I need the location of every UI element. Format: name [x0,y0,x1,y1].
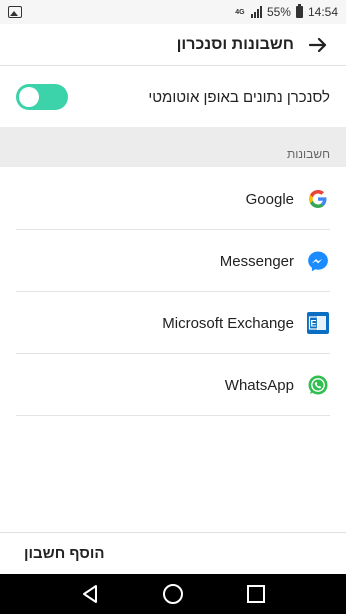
arrow-right-icon [308,37,327,52]
svg-text:E: E [310,319,316,329]
account-name: WhatsApp [224,376,294,394]
account-name: Messenger [219,252,294,270]
screen: 4G 55% 14:54 חשבונות וסנכרון לסנכרן נתונ… [0,0,346,614]
navigation-bar [0,574,346,614]
page-title: חשבונות וסנכרון [176,35,294,53]
auto-sync-label: לסנכרן נתונים באופן אוטומטי [148,88,330,106]
account-item-exchange[interactable]: E Microsoft Exchange [0,292,346,354]
signal-icon [250,6,262,18]
battery-icon [295,4,303,18]
section-title: חשבונות [286,147,330,161]
accounts-section-header: חשבונות [0,127,346,167]
add-account-button[interactable]: הוסף חשבון [0,532,346,574]
exchange-icon: E [306,311,330,335]
nav-recents-button[interactable] [242,580,270,608]
network-4g-icon: 4G [235,8,245,16]
account-name: Microsoft Exchange [162,314,294,332]
account-item-google[interactable]: Google [0,168,346,230]
toggle-knob [19,87,39,107]
messenger-icon [306,249,330,273]
account-name: Google [245,190,294,208]
back-button[interactable] [306,33,330,57]
add-account-label: הוסף חשבון [24,545,105,562]
nav-back-button[interactable] [76,580,104,608]
account-item-whatsapp[interactable]: WhatsApp [0,354,346,416]
auto-sync-toggle[interactable] [16,84,68,110]
nav-home-button[interactable] [159,580,187,608]
battery-percent: 55% [266,5,291,19]
back-triangle-icon [82,585,97,603]
recents-square-icon [247,585,266,603]
google-icon [306,187,330,211]
accounts-list: Google Messenger E Microsoft Exchange Wh… [0,168,346,416]
gallery-icon [8,6,22,18]
whatsapp-icon [306,373,330,397]
app-header: חשבונות וסנכרון [0,24,346,66]
status-bar: 4G 55% 14:54 [0,0,346,24]
clock: 14:54 [307,5,338,19]
home-circle-icon [162,584,183,604]
account-item-messenger[interactable]: Messenger [0,230,346,292]
auto-sync-row[interactable]: לסנכרן נתונים באופן אוטומטי [0,67,346,127]
